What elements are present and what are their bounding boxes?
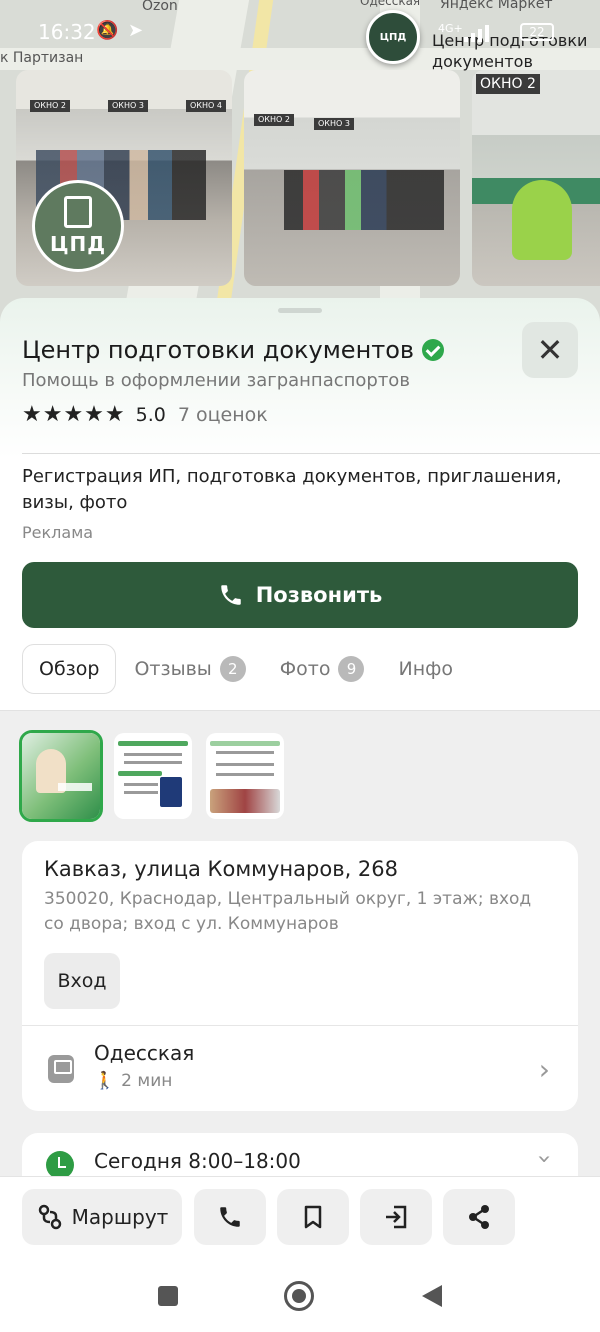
company-logo: ЦПД: [32, 180, 124, 272]
tab-label: Фото: [279, 658, 331, 680]
gallery-photo[interactable]: ОКНО 2 ОКНО 3: [244, 70, 460, 286]
phone-icon: [220, 585, 241, 605]
status-time: 16:32: [38, 20, 96, 44]
network-type: 4G+: [438, 22, 463, 35]
photos-count-badge: 9: [338, 656, 365, 682]
metro-walk-time: 🚶 2 мин: [94, 1071, 172, 1091]
gallery-photo[interactable]: ОКНО 2: [472, 70, 600, 286]
telegram-icon: ➤: [128, 20, 144, 41]
walk-time-text: 2 мин: [121, 1071, 173, 1091]
chevron-right-icon[interactable]: ›: [539, 1053, 550, 1086]
action-bar: Маршрут: [0, 1176, 600, 1258]
promo-thumbnail[interactable]: [114, 733, 192, 819]
status-bar: 16:32 🔕 ➤ 4G+ 22: [0, 0, 600, 64]
close-button[interactable]: ✕: [522, 322, 578, 378]
enter-icon: [386, 1205, 407, 1229]
promo-thumbnail[interactable]: [19, 730, 103, 822]
system-nav-bar: [0, 1258, 600, 1332]
metro-station-name[interactable]: Одесская: [94, 1041, 194, 1065]
route-button-label: Маршрут: [71, 1205, 169, 1229]
promo-thumbnails: [19, 730, 284, 822]
rating-count: 7 оценок: [177, 403, 268, 426]
hours-today: Сегодня 8:00–18:00: [94, 1149, 301, 1173]
share-button[interactable]: [443, 1189, 515, 1245]
bookmark-button[interactable]: [277, 1189, 349, 1245]
entrance-button-label: Вход: [57, 970, 107, 992]
tab-label: Отзывы: [134, 658, 212, 680]
document-icon: [64, 196, 92, 228]
ad-label: Реклама: [22, 523, 94, 542]
window-sign: ОКНО 3: [108, 100, 148, 112]
tab-bar: Обзор Отзывы 2 Фото 9 Инфо: [22, 644, 471, 694]
photo-gallery[interactable]: ОКНО 2 ОКНО 3 ОКНО 4 ЦПД ОКНО 2 ОКНО 3 О…: [16, 70, 600, 286]
back-icon[interactable]: [422, 1285, 442, 1307]
place-title-row: Центр подготовки документов: [22, 336, 445, 364]
battery-icon: 22: [520, 23, 554, 41]
place-card-sheet: Центр подготовки документов ✕ Помощь в о…: [0, 298, 600, 1193]
address-main[interactable]: Кавказ, улица Коммунаров, 268: [44, 857, 398, 881]
gallery-photo[interactable]: ОКНО 2 ОКНО 3 ОКНО 4 ЦПД: [16, 70, 232, 286]
entrance-nav-button[interactable]: [360, 1189, 432, 1245]
company-logo-text: ЦПД: [49, 232, 107, 256]
window-sign: ОКНО 2: [254, 114, 294, 126]
close-icon: ✕: [536, 331, 564, 369]
tab-label: Обзор: [39, 658, 100, 680]
entrance-button[interactable]: Вход: [44, 953, 120, 1009]
sheet-grabber[interactable]: [278, 308, 322, 313]
share-icon: [469, 1205, 489, 1229]
divider: [22, 1025, 578, 1026]
metro-icon: [48, 1055, 74, 1083]
signal-icon: [464, 24, 504, 42]
divider: [22, 453, 600, 454]
tab-photos[interactable]: Фото 9: [264, 644, 381, 694]
address-card: Кавказ, улица Коммунаров, 268 350020, Кр…: [22, 841, 578, 1111]
phone-icon: [220, 1207, 240, 1227]
rating-row[interactable]: ★★★★★ 5.0 7 оценок: [22, 402, 268, 427]
rating-score: 5.0: [135, 403, 166, 426]
tab-label: Инфо: [398, 658, 453, 680]
chevron-down-icon[interactable]: ›: [531, 1154, 559, 1164]
clock-icon: [46, 1151, 74, 1179]
promo-thumbnail[interactable]: [206, 733, 284, 819]
window-sign: ОКНО 3: [314, 118, 354, 130]
place-category: Помощь в оформлении загранпаспортов: [22, 370, 410, 391]
home-icon[interactable]: [284, 1281, 314, 1311]
tab-reviews[interactable]: Отзывы 2: [118, 644, 261, 694]
recents-icon[interactable]: [158, 1286, 178, 1306]
route-button[interactable]: Маршрут: [22, 1189, 182, 1245]
verified-icon: [422, 339, 445, 361]
mute-icon: 🔕: [96, 20, 119, 41]
window-sign: ОКНО 2: [476, 74, 540, 94]
call-button-label: Позвонить: [255, 583, 383, 607]
window-sign: ОКНО 4: [186, 100, 226, 112]
tab-overview[interactable]: Обзор: [22, 644, 117, 694]
walk-icon: 🚶: [94, 1071, 116, 1091]
place-title: Центр подготовки документов: [22, 336, 415, 364]
phone-button[interactable]: [194, 1189, 266, 1245]
reviews-count-badge: 2: [219, 656, 246, 682]
window-sign: ОКНО 2: [30, 100, 70, 112]
address-details: 350020, Краснодар, Центральный округ, 1 …: [44, 889, 532, 934]
tab-info[interactable]: Инфо: [382, 644, 469, 694]
place-description: Регистрация ИП, подготовка документов, п…: [22, 466, 562, 513]
rating-stars-icon: ★★★★★: [22, 402, 126, 427]
bookmark-icon: [304, 1205, 322, 1229]
battery-level: 22: [529, 25, 545, 39]
route-icon: [38, 1204, 61, 1230]
overview-content: Кавказ, улица Коммунаров, 268 350020, Кр…: [0, 710, 600, 1193]
call-button[interactable]: Позвонить: [22, 562, 578, 628]
